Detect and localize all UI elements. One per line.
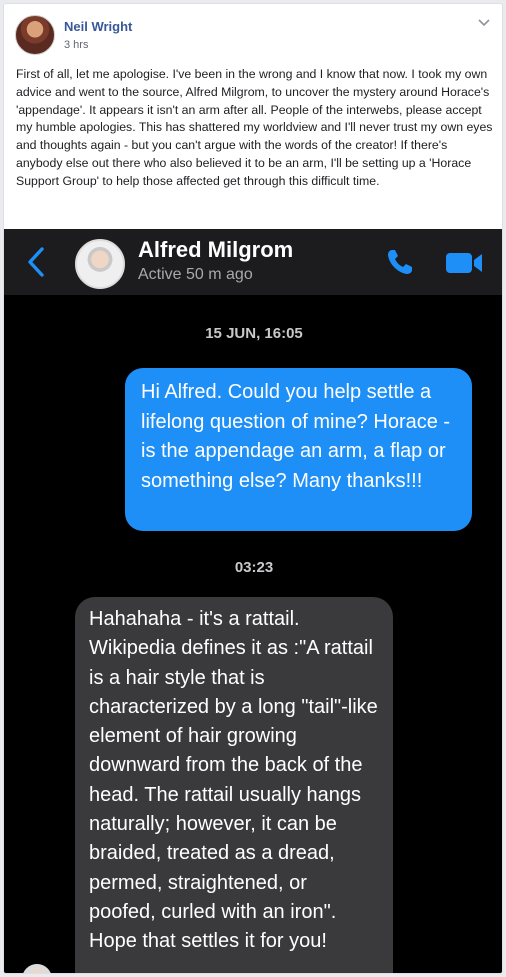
back-arrow-icon[interactable]: [26, 246, 46, 278]
facebook-post: Neil Wright 3 hrs First of all, let me a…: [3, 3, 503, 974]
author-avatar[interactable]: [15, 15, 55, 55]
message-timestamp: 15 JUN, 16:05: [205, 325, 303, 342]
video-call-icon[interactable]: [444, 249, 484, 277]
sent-message-bubble[interactable]: Hi Alfred. Could you help settle a lifel…: [125, 368, 472, 531]
contact-avatar[interactable]: [75, 239, 125, 289]
sender-mini-avatar: [22, 964, 52, 973]
received-message-bubble[interactable]: Hahahaha - it's a rattail. Wikipedia def…: [75, 597, 393, 973]
chevron-down-icon[interactable]: [476, 14, 492, 30]
messenger-screenshot: Alfred Milgrom Active 50 m ago 15 JUN, 1…: [4, 229, 502, 973]
contact-name[interactable]: Alfred Milgrom: [138, 237, 293, 263]
chat-header: Alfred Milgrom Active 50 m ago: [4, 229, 502, 295]
message-timestamp: 03:23: [234, 559, 274, 576]
post-header: Neil Wright 3 hrs: [4, 4, 502, 64]
phone-call-icon[interactable]: [385, 247, 415, 277]
contact-status: Active 50 m ago: [138, 266, 253, 283]
post-time[interactable]: 3 hrs: [64, 39, 88, 51]
post-body-text: First of all, let me apologise. I've bee…: [16, 67, 493, 188]
author-name[interactable]: Neil Wright: [64, 19, 132, 34]
